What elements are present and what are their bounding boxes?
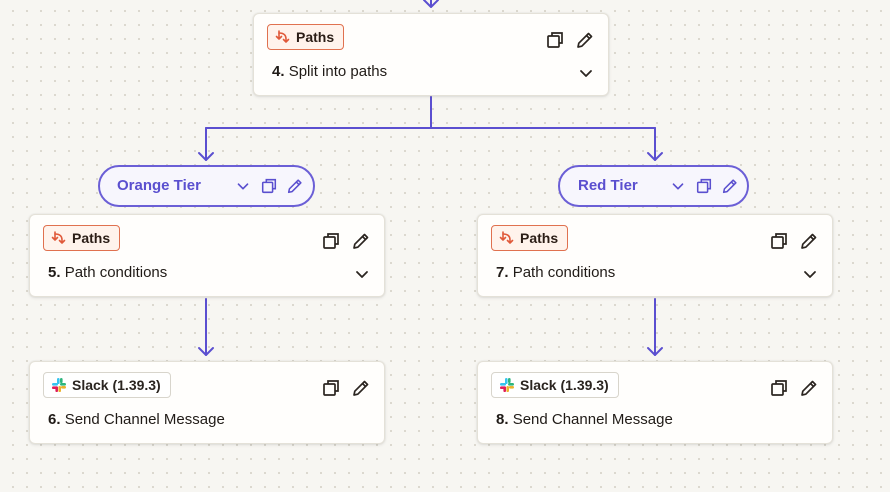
step-title: 6. Send Channel Message bbox=[48, 411, 225, 428]
step-title: 7. Path conditions bbox=[496, 264, 615, 281]
badge-label: Slack (1.39.3) bbox=[72, 377, 161, 393]
badge-label: Paths bbox=[72, 230, 111, 246]
pencil-icon[interactable] bbox=[350, 377, 372, 399]
pencil-icon[interactable] bbox=[285, 176, 305, 196]
duplicate-icon[interactable] bbox=[768, 377, 790, 399]
duplicate-icon[interactable] bbox=[320, 230, 342, 252]
duplicate-icon[interactable] bbox=[768, 230, 790, 252]
paths-badge: Paths bbox=[491, 225, 569, 251]
split-arrows-icon bbox=[51, 231, 66, 244]
chevron-down-icon[interactable] bbox=[233, 176, 253, 196]
split-arrows-icon bbox=[275, 30, 290, 43]
step-title: 4. Split into paths bbox=[272, 63, 387, 80]
branch-pill-red-tier[interactable]: Red Tier bbox=[558, 165, 749, 207]
paths-badge: Paths bbox=[267, 24, 345, 50]
paths-badge: Paths bbox=[43, 225, 121, 251]
step-name: Split into paths bbox=[288, 63, 388, 80]
step-card-path-conditions-right[interactable]: Paths 7. Path conditions bbox=[477, 214, 833, 297]
step-card-split[interactable]: Paths 4. Split into paths bbox=[253, 13, 609, 96]
step-card-slack-left[interactable]: Slack (1.39.3) 6. Send Channel Message bbox=[29, 361, 385, 444]
step-number: 7. bbox=[496, 264, 509, 281]
chevron-down-icon[interactable] bbox=[351, 263, 373, 285]
chevron-down-icon[interactable] bbox=[575, 62, 597, 84]
chevron-down-icon[interactable] bbox=[668, 176, 688, 196]
step-number: 4. bbox=[272, 63, 285, 80]
pencil-icon[interactable] bbox=[350, 230, 372, 252]
branch-pill-orange-tier[interactable]: Orange Tier bbox=[98, 165, 315, 207]
slack-app-badge: Slack (1.39.3) bbox=[43, 372, 171, 398]
pencil-icon[interactable] bbox=[798, 230, 820, 252]
step-title: 8. Send Channel Message bbox=[496, 411, 673, 428]
step-title: 5. Path conditions bbox=[48, 264, 167, 281]
duplicate-icon[interactable] bbox=[320, 377, 342, 399]
split-arrows-icon bbox=[499, 231, 514, 244]
step-name: Send Channel Message bbox=[512, 411, 673, 428]
pencil-icon[interactable] bbox=[720, 176, 740, 196]
step-number: 8. bbox=[496, 411, 509, 428]
step-number: 6. bbox=[48, 411, 61, 428]
badge-label: Paths bbox=[296, 29, 335, 45]
duplicate-icon[interactable] bbox=[259, 176, 279, 196]
step-card-slack-right[interactable]: Slack (1.39.3) 8. Send Channel Message bbox=[477, 361, 833, 444]
slack-logo-icon bbox=[500, 378, 514, 392]
duplicate-icon[interactable] bbox=[544, 29, 566, 51]
step-name: Send Channel Message bbox=[64, 411, 225, 428]
branch-name: Orange Tier bbox=[117, 177, 201, 194]
step-name: Path conditions bbox=[64, 264, 168, 281]
slack-app-badge: Slack (1.39.3) bbox=[491, 372, 619, 398]
step-number: 5. bbox=[48, 264, 61, 281]
badge-label: Paths bbox=[520, 230, 559, 246]
badge-label: Slack (1.39.3) bbox=[520, 377, 609, 393]
pencil-icon[interactable] bbox=[798, 377, 820, 399]
step-name: Path conditions bbox=[512, 264, 616, 281]
branch-name: Red Tier bbox=[578, 177, 638, 194]
pencil-icon[interactable] bbox=[574, 29, 596, 51]
duplicate-icon[interactable] bbox=[694, 176, 714, 196]
slack-logo-icon bbox=[52, 378, 66, 392]
step-card-path-conditions-left[interactable]: Paths 5. Path conditions bbox=[29, 214, 385, 297]
chevron-down-icon[interactable] bbox=[799, 263, 821, 285]
